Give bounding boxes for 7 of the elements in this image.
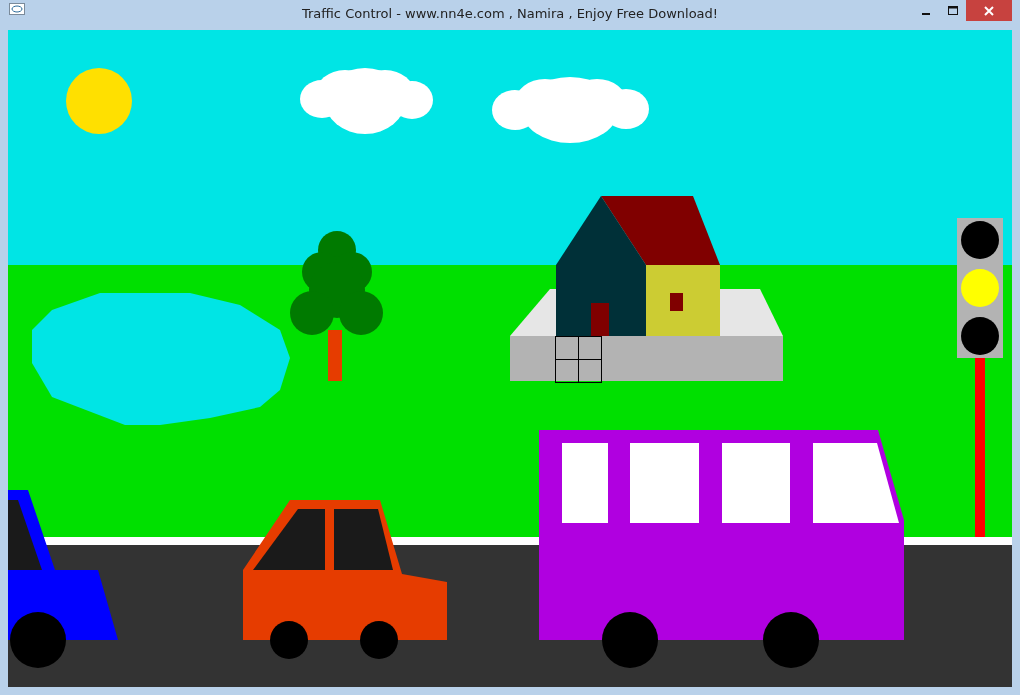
maximize-icon bbox=[947, 5, 958, 16]
close-icon bbox=[984, 5, 994, 16]
sun bbox=[66, 68, 132, 134]
app-icon bbox=[9, 3, 25, 15]
minimize-icon bbox=[921, 12, 930, 15]
close-button[interactable] bbox=[966, 0, 1012, 21]
window-title: Traffic Control - www.nn4e.com , Namira , Enjoy Free Download! bbox=[301, 6, 719, 21]
